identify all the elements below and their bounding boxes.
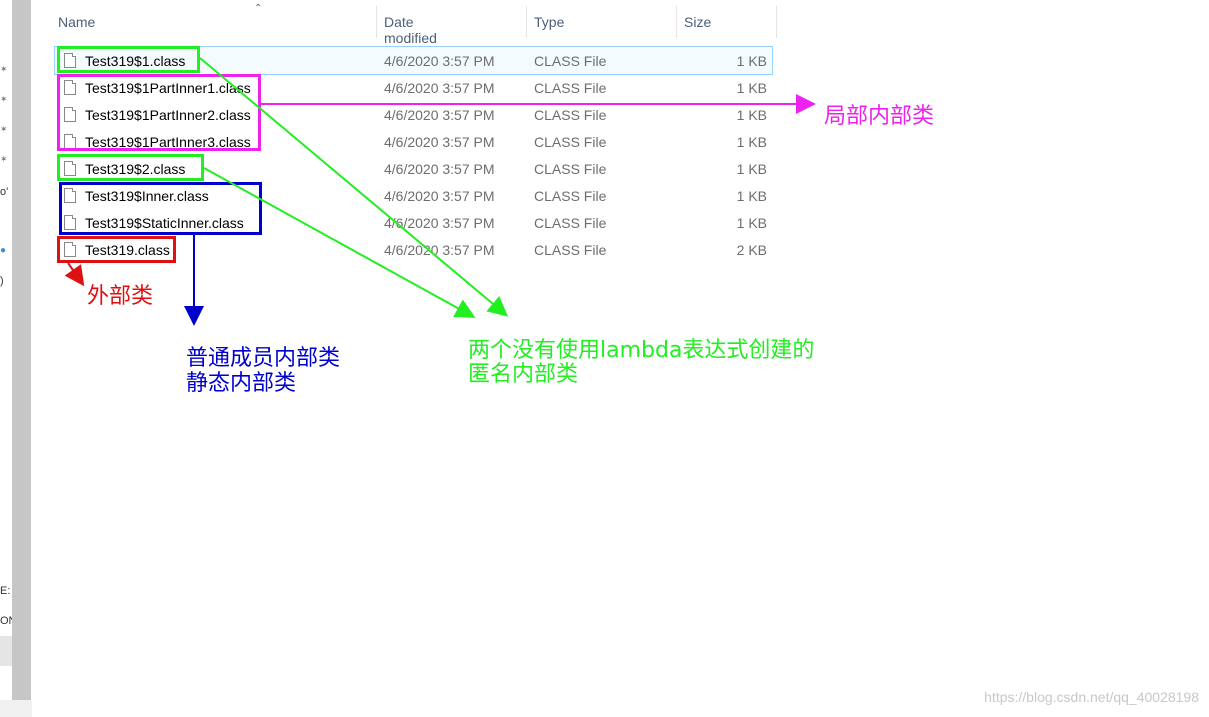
anonymous-class-arrow	[199, 57, 509, 317]
local-class-label: 局部内部类	[824, 104, 935, 129]
anonymous-class-label: 两个没有使用lambda表达式创建的	[468, 338, 815, 363]
watermark: https://blog.csdn.net/qq_40028198	[984, 689, 1199, 705]
member-class-label: 普通成员内部类	[186, 346, 341, 371]
static-class-label: 静态内部类	[186, 371, 297, 396]
outer-class-label: 外部类	[87, 284, 154, 309]
anonymous-class-arrow	[203, 167, 476, 318]
anonymous-class-label-2: 匿名内部类	[468, 362, 579, 387]
outer-class-arrow	[64, 262, 85, 287]
